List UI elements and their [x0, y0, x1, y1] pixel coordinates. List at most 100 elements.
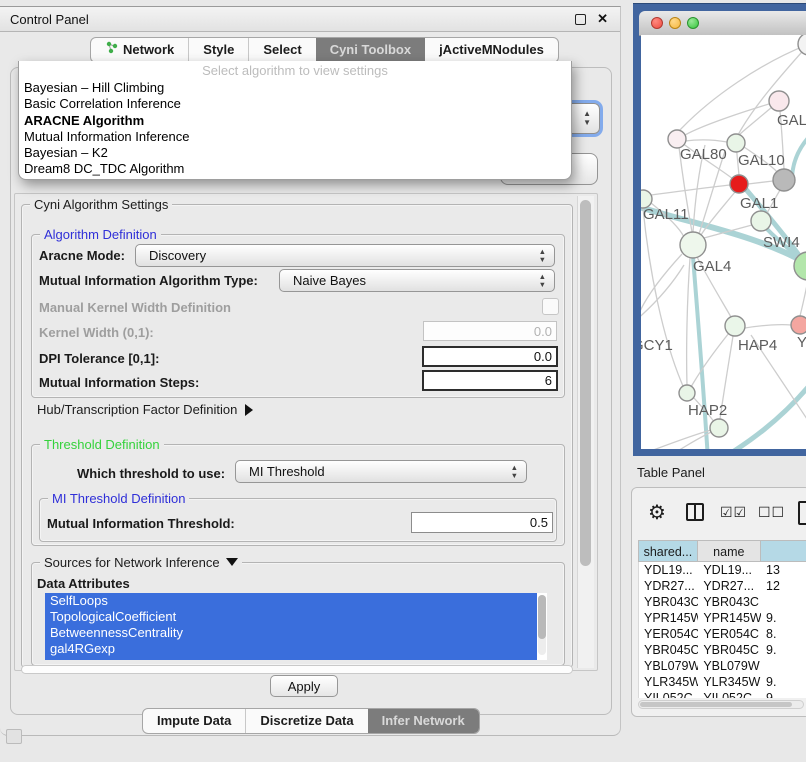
- attributes-scroll-thumb[interactable]: [538, 595, 546, 639]
- table-cell: YBL079W: [639, 658, 698, 674]
- mi-algorithm-type-combobox[interactable]: Naive Bayes ▲▼: [279, 269, 555, 292]
- table-row[interactable]: YIL052CYIL052C9: [639, 690, 806, 698]
- tab-impute-data[interactable]: Impute Data: [143, 709, 245, 733]
- table-cell: 8.: [761, 626, 806, 642]
- column-header-name[interactable]: name: [698, 540, 761, 562]
- data-attribute-option[interactable]: SelfLoops: [45, 593, 547, 609]
- aracne-mode-label: Aracne Mode:: [39, 248, 125, 263]
- window-grip[interactable]: [6, 729, 22, 744]
- settings-vertical-scrollbar[interactable]: [577, 196, 594, 668]
- algorithm-option-bayesian-k2[interactable]: Bayesian – K2: [19, 145, 571, 161]
- network-node[interactable]: [773, 169, 795, 191]
- network-node-gal10[interactable]: [727, 134, 745, 152]
- table-row[interactable]: YLR345WYLR345W9.: [639, 674, 806, 690]
- document-icon[interactable]: [798, 501, 806, 525]
- table-scroll-thumb[interactable]: [640, 702, 792, 707]
- table-row[interactable]: YDL19...YDL19...13: [639, 562, 806, 578]
- network-window-titlebar[interactable]: [639, 11, 806, 36]
- algorithm-dropdown-popup: Select algorithm to view settings Bayesi…: [18, 61, 572, 180]
- node-label-y: Y: [797, 334, 806, 351]
- network-node-hap4[interactable]: [725, 316, 745, 336]
- manual-kernel-width-checkbox[interactable]: [542, 298, 559, 315]
- table-cell: YLR345W: [698, 674, 761, 690]
- float-window-icon[interactable]: [575, 14, 586, 25]
- table-cell: 9.: [761, 642, 806, 658]
- algorithm-option-mutual-information-inference[interactable]: Mutual Information Inference: [19, 129, 571, 145]
- table-cell: YBR045C: [639, 642, 698, 658]
- node-label-gal11: GAL11: [643, 206, 689, 223]
- algorithm-option-dream8-dc-tdc-algorithm[interactable]: Dream8 DC_TDC Algorithm: [19, 161, 571, 177]
- zoom-traffic-light-icon[interactable]: [687, 17, 699, 29]
- table-horizontal-scrollbar[interactable]: [638, 700, 804, 709]
- node-label-swi4: SWI4: [763, 234, 800, 251]
- gear-icon[interactable]: ⚙: [648, 500, 666, 525]
- tab-jactivemnodules[interactable]: jActiveMNodules: [425, 38, 558, 62]
- column-header-clipped[interactable]: [761, 540, 806, 562]
- mi-threshold-input[interactable]: [411, 512, 553, 533]
- data-attribute-option[interactable]: TopologicalCoefficient: [45, 609, 547, 625]
- tab-infer-network[interactable]: Infer Network: [368, 709, 479, 733]
- select-all-checkboxes-icon[interactable]: ☑☑: [720, 504, 747, 521]
- table-cell: YBR043C: [698, 594, 761, 610]
- table-row[interactable]: YER054CYER054C8.: [639, 626, 806, 642]
- network-node-swi4[interactable]: [751, 211, 771, 231]
- manual-kernel-width-label: Manual Kernel Width Definition: [39, 300, 231, 315]
- aracne-mode-value: Discovery: [149, 248, 206, 263]
- network-view-window[interactable]: GALGAL80GAL10GAL1GAL11SWI4GAL4GCY1HAP4YH…: [633, 3, 806, 456]
- data-attribute-option[interactable]: gal4RGexp: [45, 641, 547, 657]
- close-icon[interactable]: ✕: [597, 11, 608, 27]
- table-cell: [761, 594, 806, 610]
- network-node-gal1[interactable]: [730, 175, 748, 193]
- dpi-tolerance-input[interactable]: [422, 346, 558, 367]
- tab-label: Impute Data: [157, 709, 231, 733]
- algorithm-option-bayesian-hill-climbing[interactable]: Bayesian – Hill Climbing: [19, 80, 571, 96]
- table-row[interactable]: YBR045CYBR045C9.: [639, 642, 806, 658]
- control-panel-window: Control Panel ✕ NetworkStyleSelect Cyni T…: [0, 6, 621, 736]
- tab-network[interactable]: Network: [91, 38, 188, 62]
- tab-discretize-data[interactable]: Discretize Data: [245, 709, 367, 733]
- node-label-gal: GAL: [777, 112, 806, 129]
- tab-cyni-toolbox[interactable]: Cyni Toolbox: [316, 38, 425, 62]
- tab-select[interactable]: Select: [248, 38, 315, 62]
- network-canvas[interactable]: GALGAL80GAL10GAL1GAL11SWI4GAL4GCY1HAP4YH…: [641, 35, 806, 449]
- which-threshold-combobox[interactable]: MI Threshold ▲▼: [235, 460, 527, 483]
- column-header-shared-[interactable]: shared...: [638, 540, 698, 562]
- table-cell: 13: [761, 562, 806, 578]
- kernel-width-input[interactable]: [423, 321, 557, 341]
- attributes-scrollbar[interactable]: [538, 595, 546, 655]
- tab-style[interactable]: Style: [188, 38, 248, 62]
- network-node-y[interactable]: [791, 316, 806, 334]
- table-panel: ⚙ ☑☑ ☐☐ shared...name YDL19...YDL19...13…: [631, 487, 806, 717]
- aracne-mode-combobox[interactable]: Discovery ▲▼: [135, 244, 555, 267]
- apply-button[interactable]: Apply: [270, 675, 338, 697]
- tab-label: Cyni Toolbox: [330, 38, 411, 62]
- node-label-gcy1: GCY1: [641, 337, 673, 354]
- network-node[interactable]: [798, 35, 806, 55]
- network-node-gal4[interactable]: [680, 232, 706, 258]
- mi-steps-input[interactable]: [422, 370, 558, 391]
- deselect-all-checkboxes-icon[interactable]: ☐☐: [758, 504, 785, 521]
- control-panel-titlebar: Control Panel ✕: [0, 7, 620, 32]
- hub-tf-definition-toggle[interactable]: Hub/Transcription Factor Definition: [37, 402, 253, 417]
- algorithm-option-basic-correlation-inference[interactable]: Basic Correlation Inference: [19, 96, 571, 112]
- algorithm-definition-legend: Algorithm Definition: [40, 227, 161, 242]
- control-panel-title: Control Panel: [10, 12, 89, 27]
- data-attributes-list[interactable]: SelfLoopsTopologicalCoefficientBetweenne…: [45, 593, 547, 660]
- data-attribute-option[interactable]: BetweennessCentrality: [45, 625, 547, 641]
- network-node-gal[interactable]: [769, 91, 789, 111]
- network-node-hap2[interactable]: [679, 385, 695, 401]
- close-traffic-light-icon[interactable]: [651, 17, 663, 29]
- table-cell: YBL079W: [698, 658, 761, 674]
- settings-horizontal-scrollbar[interactable]: [21, 665, 573, 674]
- settings-scroll-thumb[interactable]: [580, 200, 591, 566]
- minimize-traffic-light-icon[interactable]: [669, 17, 681, 29]
- table-row[interactable]: YPR145WYPR145W9.: [639, 610, 806, 626]
- table-row[interactable]: YBL079WYBL079W: [639, 658, 806, 674]
- algorithm-option-aracne-algorithm[interactable]: ARACNE Algorithm: [19, 113, 571, 129]
- table-row[interactable]: YDR27...YDR27...12: [639, 578, 806, 594]
- network-node[interactable]: [710, 419, 728, 437]
- table-row[interactable]: YBR043CYBR043C: [639, 594, 806, 610]
- sources-legend[interactable]: Sources for Network Inference: [40, 555, 242, 570]
- split-columns-icon[interactable]: [686, 503, 704, 521]
- table-cell: YER054C: [698, 626, 761, 642]
